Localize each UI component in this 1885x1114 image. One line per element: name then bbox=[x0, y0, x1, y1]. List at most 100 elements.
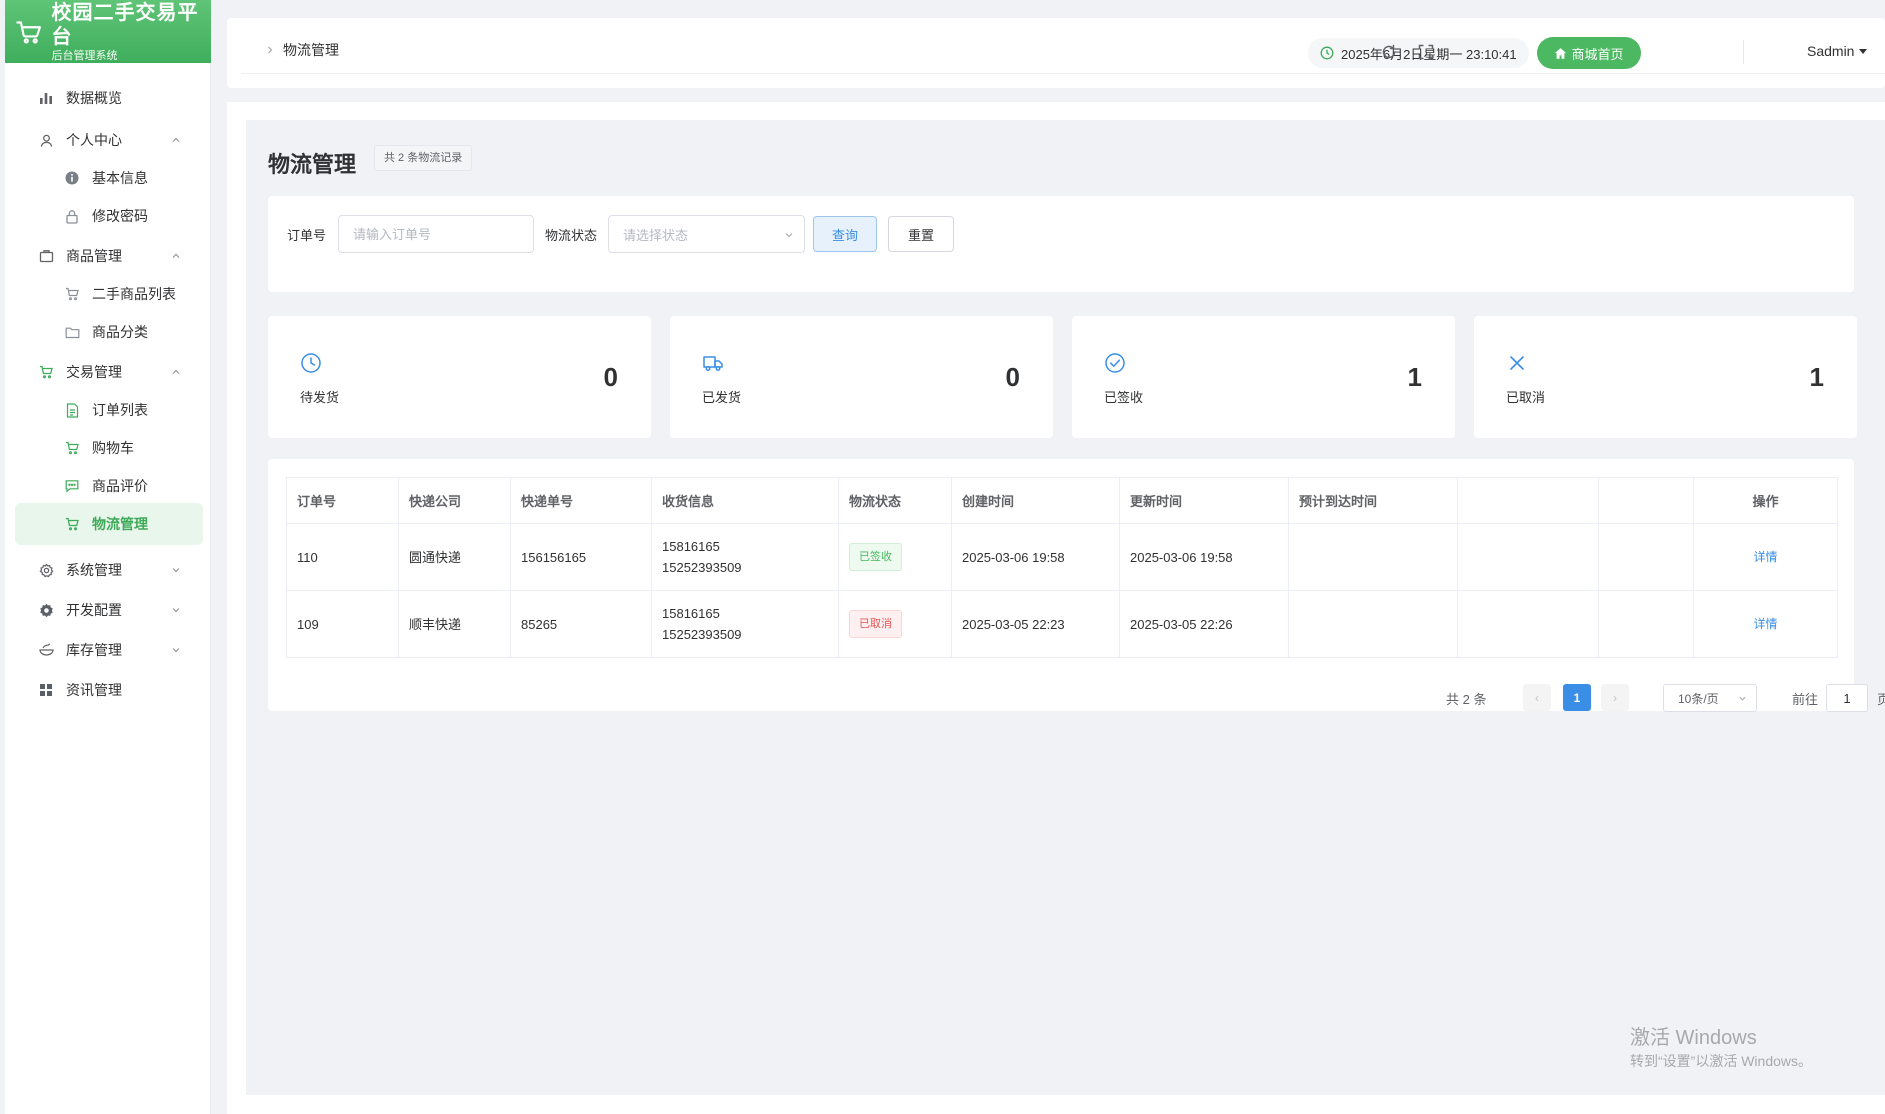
column-header[interactable]: 快递公司 bbox=[398, 477, 511, 524]
order-number-input[interactable] bbox=[338, 215, 534, 253]
query-button[interactable]: 查询 bbox=[813, 216, 877, 252]
logistics-status-label: 物流状态 bbox=[545, 228, 598, 243]
search-form: 订单号 物流状态 请选择状态 查询 重置 bbox=[268, 196, 1854, 292]
logistics-page: 物流管理 共 2 条物流记录 订单号 物流状态 请选择状态 查询 重置 待发货 … bbox=[246, 120, 1885, 1095]
detail-link[interactable]: 详情 bbox=[1753, 617, 1777, 631]
briefcase-icon bbox=[38, 248, 54, 264]
page-number-current[interactable]: 1 bbox=[1563, 684, 1591, 711]
cart-icon bbox=[64, 286, 80, 302]
stat-value: 1 bbox=[1407, 362, 1422, 392]
breadcrumb-current[interactable]: 物流管理 bbox=[283, 40, 339, 60]
mall-home-label: 商城首页 bbox=[1571, 46, 1624, 62]
stat-label: 已发货 bbox=[702, 390, 742, 405]
chevron-down-icon bbox=[1739, 696, 1746, 701]
chevron-up-icon bbox=[172, 253, 180, 258]
prev-page-button[interactable]: ‹ bbox=[1523, 684, 1551, 711]
sidebar-item-label: 商品分类 bbox=[92, 324, 148, 340]
sidebar-item-label: 数据概览 bbox=[66, 90, 122, 106]
lock-icon bbox=[64, 208, 80, 224]
sidebar-item-label: 商品评价 bbox=[92, 478, 148, 494]
username: Sadmin bbox=[1807, 43, 1855, 59]
sidebar-item-label: 订单列表 bbox=[92, 402, 148, 418]
stat-card-shipped: 已发货 0 bbox=[670, 316, 1053, 438]
folder-icon bbox=[64, 324, 80, 340]
cell-tracking: 85265 bbox=[510, 590, 652, 658]
clock-icon bbox=[301, 353, 321, 373]
cell-order-no: 110 bbox=[286, 523, 399, 591]
receiver-line: 15252393509 bbox=[662, 627, 742, 642]
header-divider bbox=[1743, 40, 1744, 64]
sidebar-item-label: 开发配置 bbox=[66, 602, 122, 618]
fullscreen-icon[interactable] bbox=[1417, 43, 1435, 61]
cell-action: 详情 bbox=[1693, 590, 1838, 658]
brand-title: 校园二手交易平台 bbox=[51, 1, 199, 48]
pagination: 共 2 条 ‹ 1 › 10条/页 前往 页 bbox=[268, 684, 1885, 712]
reset-button[interactable]: 重置 bbox=[888, 216, 954, 252]
column-header[interactable]: 收货信息 bbox=[651, 477, 839, 524]
next-page-button[interactable]: › bbox=[1601, 684, 1629, 711]
page-size-select[interactable]: 10条/页 bbox=[1663, 684, 1757, 712]
cell-created: 2025-03-05 22:23 bbox=[951, 590, 1120, 658]
main-content: 物流管理 共 2 条物流记录 订单号 物流状态 请选择状态 查询 重置 待发货 … bbox=[227, 102, 1885, 1114]
chevron-up-icon bbox=[172, 369, 180, 374]
column-header bbox=[1457, 477, 1599, 524]
cell-status: 已取消 bbox=[838, 590, 952, 658]
cell-tracking: 156156165 bbox=[510, 523, 652, 591]
page-title: 物流管理 bbox=[268, 152, 357, 177]
table-row: 110 圆通快递 156156165 15816165 15252393509 … bbox=[286, 523, 1838, 591]
mall-home-button[interactable]: 商城首页 bbox=[1537, 37, 1641, 69]
sidebar-item-label: 基本信息 bbox=[92, 170, 148, 186]
column-header[interactable]: 物流状态 bbox=[838, 477, 952, 524]
sidebar-item-label: 二手商品列表 bbox=[92, 286, 176, 302]
caret-down-icon bbox=[1859, 48, 1868, 54]
goto-page-input[interactable] bbox=[1826, 684, 1868, 712]
column-header[interactable]: 订单号 bbox=[286, 477, 399, 524]
stat-label: 已签收 bbox=[1104, 390, 1144, 405]
setting-icon bbox=[38, 602, 54, 618]
table-row: 109 顺丰快递 85265 15816165 15252393509 已取消 … bbox=[286, 590, 1838, 658]
chevron-down-icon bbox=[172, 648, 180, 653]
truck-icon bbox=[703, 356, 723, 371]
logistics-table-card: 订单号 快递公司 快递单号 收货信息 物流状态 创建时间 更新时间 预计到达时间… bbox=[268, 459, 1885, 712]
cell-updated: 2025-03-05 22:26 bbox=[1119, 590, 1289, 658]
windows-activation-watermark: 激活 Windows 转到“设置”以激活 Windows。 bbox=[1630, 1025, 1812, 1071]
pagination-total: 共 2 条 bbox=[1446, 692, 1487, 707]
user-menu[interactable]: Sadmin bbox=[1807, 43, 1868, 59]
cart-icon bbox=[64, 440, 80, 456]
record-count-tag: 共 2 条物流记录 bbox=[374, 145, 473, 171]
column-header[interactable]: 预计到达时间 bbox=[1288, 477, 1458, 524]
column-header[interactable]: 创建时间 bbox=[951, 477, 1120, 524]
cell-created: 2025-03-06 19:58 bbox=[951, 523, 1120, 591]
home-icon bbox=[1555, 47, 1567, 59]
cell-updated: 2025-03-06 19:58 bbox=[1119, 523, 1289, 591]
stat-card-pending: 待发货 0 bbox=[268, 316, 651, 438]
detail-link[interactable]: 详情 bbox=[1753, 550, 1777, 564]
brand-logo[interactable]: 校园二手交易平台 后台管理系统 bbox=[5, 0, 211, 63]
cell-receiver: 15816165 15252393509 bbox=[651, 523, 839, 591]
cell-empty bbox=[1598, 590, 1694, 658]
chevron-down-icon bbox=[172, 568, 180, 573]
close-icon bbox=[1510, 356, 1524, 370]
column-header[interactable]: 快递单号 bbox=[510, 477, 652, 524]
sidebar-item-logistics[interactable]: 物流管理 bbox=[15, 503, 203, 545]
bowl-icon bbox=[38, 642, 54, 658]
user-icon bbox=[38, 132, 54, 148]
sidebar-menu: 数据概览 个人中心 基本信息 修改密码 商品管理 二手商品列表 商品分类 交易管… bbox=[5, 75, 211, 713]
stat-card-cancelled: 已取消 1 bbox=[1474, 316, 1857, 438]
sidebar-item-dashboard[interactable]: 数据概览 bbox=[5, 75, 211, 121]
sidebar-item-label: 个人中心 bbox=[66, 132, 122, 148]
column-header[interactable]: 更新时间 bbox=[1119, 477, 1289, 524]
refresh-icon[interactable] bbox=[1380, 43, 1398, 61]
receiver-line: 15816165 bbox=[662, 539, 720, 554]
logistics-status-select[interactable]: 请选择状态 bbox=[608, 215, 805, 253]
sidebar-item-news[interactable]: 资讯管理 bbox=[5, 667, 211, 713]
chevron-right-icon bbox=[268, 46, 273, 54]
chevron-up-icon bbox=[172, 137, 180, 142]
check-circle-icon bbox=[1105, 353, 1125, 373]
watermark-title: 激活 Windows bbox=[1630, 1027, 1757, 1049]
logistics-table: 订单号 快递公司 快递单号 收货信息 物流状态 创建时间 更新时间 预计到达时间… bbox=[286, 477, 1838, 658]
brand-subtitle: 后台管理系统 bbox=[51, 49, 118, 62]
sidebar-item-label: 交易管理 bbox=[66, 364, 122, 380]
grid-icon bbox=[38, 682, 54, 698]
table-header-row: 订单号 快递公司 快递单号 收货信息 物流状态 创建时间 更新时间 预计到达时间… bbox=[286, 477, 1838, 524]
